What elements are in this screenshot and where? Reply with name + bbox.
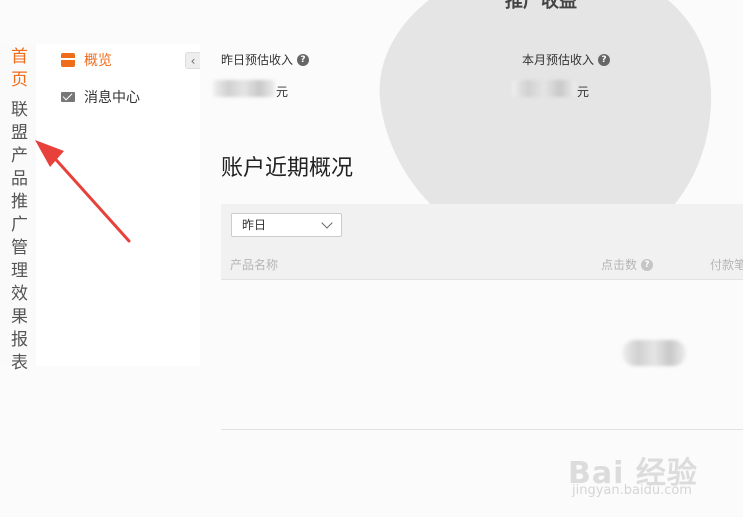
annotation-arrow bbox=[35, 140, 131, 243]
watermark-url: jingyan.baidu.com bbox=[572, 483, 692, 498]
